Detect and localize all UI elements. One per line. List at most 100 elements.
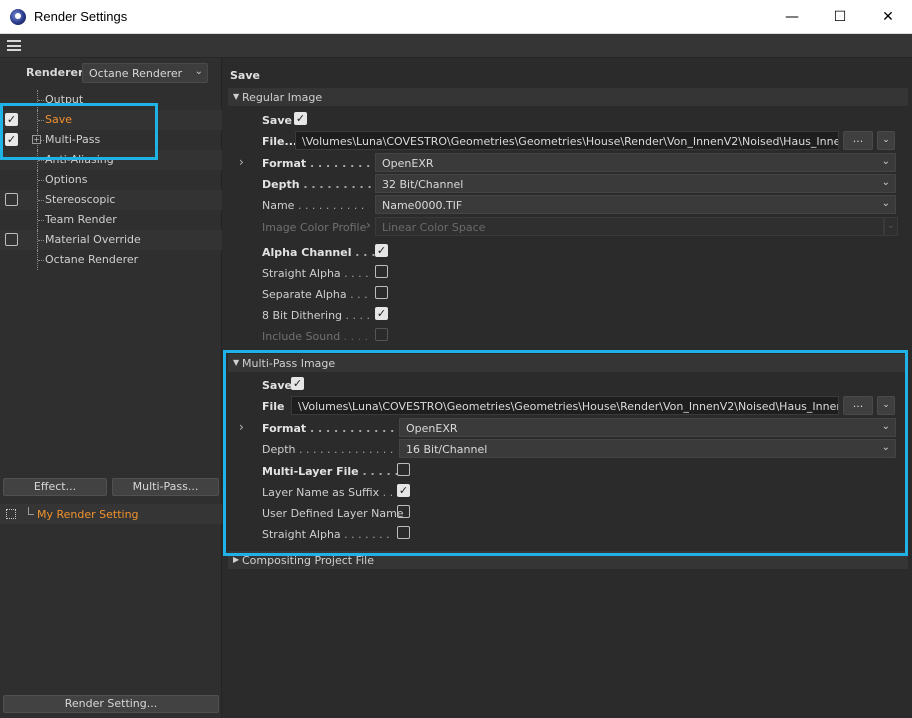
regular-save-label: Save [262,114,292,127]
render-setting-item[interactable]: My Render Setting [0,504,222,524]
title-bar: Render Settings — ☐ ✕ [0,0,912,34]
chevron-down-icon: ⌄ [881,442,890,453]
multipass-save-checkbox[interactable]: ✓ [291,377,304,390]
multipass-multilayer-label: Multi-Layer File . . . . . [262,465,399,478]
regular-format-dropdown[interactable]: OpenEXR ⌄ [375,153,896,172]
tree-connector [38,260,44,261]
tree-item-label: Anti-Aliasing [45,153,114,166]
chevron-right-icon[interactable]: › [239,420,244,434]
regular-format-label: Format . . . . . . . . . [262,157,379,170]
regular-straight-alpha-row: Straight Alpha . . . . [262,263,462,283]
regular-name-value: Name0000.TIF [382,199,463,212]
effect-button[interactable]: Effect... [3,478,107,496]
chevron-down-icon: ⌄ [881,177,890,188]
render-settings-list: My Render Setting [0,504,222,524]
triangle-down-icon: ▼ [233,358,240,367]
chevron-right-icon[interactable]: › [239,155,244,169]
regular-separate-alpha-label: Separate Alpha . . . [262,288,368,301]
regular-straight-alpha-label: Straight Alpha . . . . [262,267,369,280]
tree-connector [38,200,44,201]
regular-dithering-checkbox[interactable]: ✓ [375,307,388,320]
multipass-file-options-button[interactable]: ⌄ [877,396,895,415]
render-setting-icon [6,509,16,519]
multipass-depth-dropdown[interactable]: 16 Bit/Channel ⌄ [399,439,896,458]
regular-name-label: Name . . . . . . . . . . [262,199,365,212]
regular-dithering-label: 8 Bit Dithering . . . . [262,309,371,322]
tree-item-output[interactable]: Output [0,90,222,110]
window-title: Render Settings [34,9,128,24]
renderer-row: Renderer Octane Renderer ⌄ [0,63,222,83]
menu-bar [0,34,912,58]
multipass-file-browse-button[interactable]: ... [843,396,873,415]
multipass-straight-alpha-checkbox[interactable] [397,526,410,539]
chevron-down-icon: ⌄ [881,156,890,167]
tree-item-options[interactable]: Options [0,170,222,190]
tree-item-save[interactable]: ✓ Save [0,110,222,130]
renderer-label: Renderer [26,66,84,79]
regular-include-sound-row: Include Sound . . . . [262,326,462,346]
regular-depth-row: Depth . . . . . . . . . 32 Bit/Channel ⌄ [262,174,896,194]
chevron-down-icon: ⌄ [881,421,890,432]
tree-connector [38,120,44,121]
tree-connector [38,100,44,101]
tree-connector [38,220,44,221]
tree-item-material-override[interactable]: Material Override [0,230,222,250]
multipass-image-section-header[interactable]: ▼ Multi-Pass Image [228,354,908,372]
regular-file-options-button[interactable]: ⌄ [877,131,895,150]
render-setting-button[interactable]: Render Setting... [3,695,219,713]
multipass-image-header-label: Multi-Pass Image [242,357,336,370]
regular-format-row: Format . . . . . . . . . OpenEXR ⌄ [262,153,896,173]
tree-item-anti-aliasing[interactable]: Anti-Aliasing [0,150,222,170]
regular-image-section-header[interactable]: ▼ Regular Image [228,88,908,106]
regular-alpha-row: Alpha Channel . . . ✓ [262,242,462,262]
regular-file-browse-button[interactable]: ... [843,131,873,150]
chevron-down-icon: ⌄ [194,66,203,77]
regular-name-row: Name . . . . . . . . . . Name0000.TIF ⌄ [262,195,896,215]
regular-alpha-checkbox[interactable]: ✓ [375,244,388,257]
regular-dithering-row: 8 Bit Dithering . . . . ✓ [262,305,462,325]
multipass-file-input[interactable]: \Volumes\Luna\COVESTRO\Geometries\Geomet… [291,396,839,415]
multipass-layer-suffix-label: Layer Name as Suffix . . . [262,486,401,499]
window-controls: — ☐ ✕ [768,0,912,34]
expand-icon[interactable]: + [32,135,41,144]
regular-depth-label: Depth . . . . . . . . . [262,178,372,191]
tree-item-label: Multi-Pass [45,133,101,146]
tree-item-multi-pass[interactable]: ✓ + Multi-Pass [0,130,222,150]
hamburger-menu-icon[interactable] [7,40,21,51]
tree-item-stereoscopic[interactable]: Stereoscopic [0,190,222,210]
multi-pass-button[interactable]: Multi-Pass... [112,478,219,496]
compositing-header-label: Compositing Project File [242,554,374,567]
regular-depth-dropdown[interactable]: 32 Bit/Channel ⌄ [375,174,896,193]
regular-save-checkbox[interactable]: ✓ [294,112,307,125]
regular-save-row: Save ✓ [262,110,362,130]
minimize-button[interactable]: — [768,0,816,34]
multipass-format-dropdown[interactable]: OpenEXR ⌄ [399,418,896,437]
regular-color-profile-field: Linear Color Space [375,217,884,236]
tree-item-label: Octane Renderer [45,253,139,266]
regular-separate-alpha-checkbox[interactable] [375,286,388,299]
renderer-dropdown[interactable]: Octane Renderer ⌄ [82,63,208,83]
regular-file-input[interactable]: \Volumes\Luna\COVESTRO\Geometries\Geomet… [295,131,839,150]
tree-item-octane-renderer[interactable]: Octane Renderer [0,250,222,270]
regular-name-dropdown[interactable]: Name0000.TIF ⌄ [375,195,896,214]
regular-color-profile-label: Image Color Profile [262,221,367,234]
maximize-button[interactable]: ☐ [816,0,864,34]
regular-include-sound-checkbox [375,328,388,341]
tree-checkbox[interactable]: ✓ [5,113,18,126]
multipass-layer-suffix-checkbox[interactable]: ✓ [397,484,410,497]
multipass-layer-suffix-row: Layer Name as Suffix . . . ✓ [262,482,462,502]
triangle-down-icon: ▼ [233,92,240,101]
multipass-file-row: File \Volumes\Luna\COVESTRO\Geometries\G… [262,396,896,416]
tree-checkbox[interactable] [5,193,18,206]
tree-item-label: Team Render [45,213,117,226]
close-button[interactable]: ✕ [864,0,912,34]
multipass-multilayer-checkbox[interactable] [397,463,410,476]
render-setting-label: My Render Setting [37,508,139,521]
regular-depth-value: 32 Bit/Channel [382,178,464,191]
compositing-section-header[interactable]: ▶ Compositing Project File [228,551,908,569]
tree-checkbox[interactable]: ✓ [5,133,18,146]
multipass-user-defined-checkbox[interactable] [397,505,410,518]
regular-straight-alpha-checkbox[interactable] [375,265,388,278]
tree-checkbox[interactable] [5,233,18,246]
tree-item-team-render[interactable]: Team Render [0,210,222,230]
